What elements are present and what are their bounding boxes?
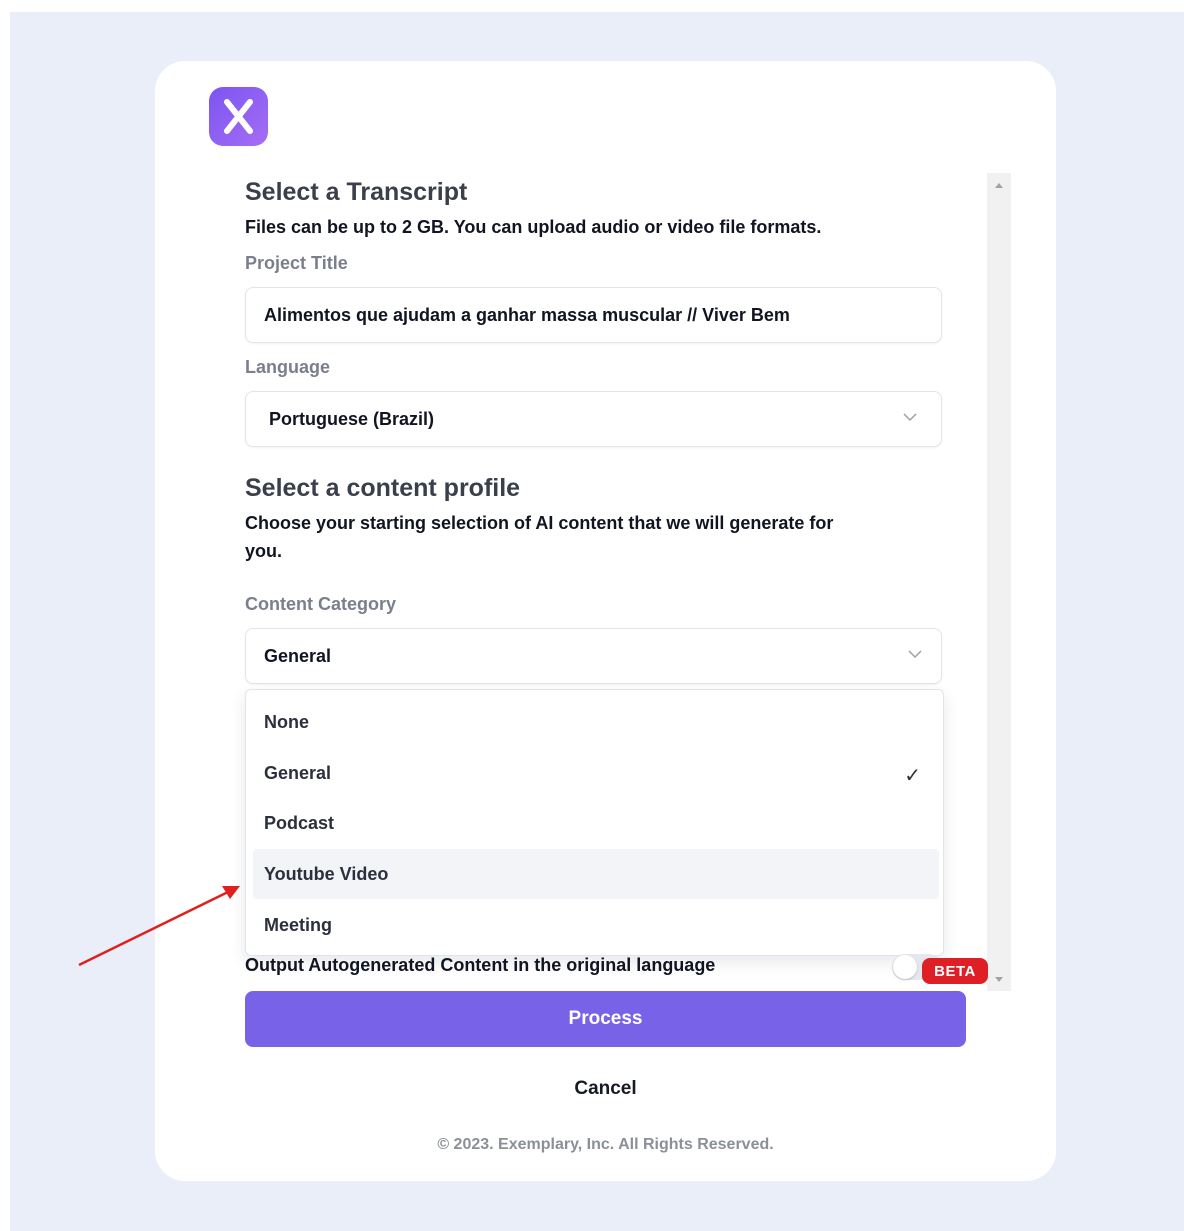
language-label: Language [245,357,331,377]
dropdown-option-podcast[interactable]: Podcast [253,798,939,848]
dropdown-option-meeting[interactable]: Meeting [253,900,939,950]
content-category-value: General [264,645,332,666]
language-value: Portuguese (Brazil) [269,408,435,429]
language-select[interactable]: Portuguese (Brazil) [245,391,942,447]
project-title-label: Project Title [245,253,348,273]
scroll-up-arrow-icon[interactable] [987,173,1011,197]
toggle-knob [893,955,917,979]
x-logo-icon [209,87,268,146]
dropdown-option-none[interactable]: None [253,697,939,747]
content-category-dropdown: None General ✓ Podcast Youtube Video Mee… [245,689,944,956]
form-scrollbar[interactable] [987,173,1011,991]
transcript-heading: Select a Transcript [245,178,468,206]
chevron-down-icon [903,412,917,424]
content-category-label: Content Category [245,594,397,614]
scroll-down-arrow-icon[interactable] [987,967,1011,991]
checkmark-icon: ✓ [904,765,921,787]
dropdown-option-general[interactable]: General ✓ [253,748,939,798]
content-profile-heading: Select a content profile [245,474,521,502]
content-category-select[interactable]: General [245,628,942,684]
content-profile-subheading-line2: you. [245,541,283,561]
project-title-input[interactable]: Alimentos que ajudam a ganhar massa musc… [245,287,942,343]
chevron-down-icon [908,649,922,661]
content-profile-subheading-line1: Choose your starting selection of AI con… [245,513,834,533]
project-title-value: Alimentos que ajudam a ganhar massa musc… [264,304,790,325]
output-language-toggle-label: Output Autogenerated Content in the orig… [245,955,716,975]
footer-copyright: © 2023. Exemplary, Inc. All Rights Reser… [437,1136,774,1153]
beta-badge: BETA [922,958,988,984]
cancel-button[interactable]: Cancel [245,1074,966,1104]
dropdown-option-youtube-video[interactable]: Youtube Video [253,849,939,899]
transcript-subheading: Files can be up to 2 GB. You can upload … [245,217,822,237]
process-button[interactable]: Process [245,991,966,1047]
